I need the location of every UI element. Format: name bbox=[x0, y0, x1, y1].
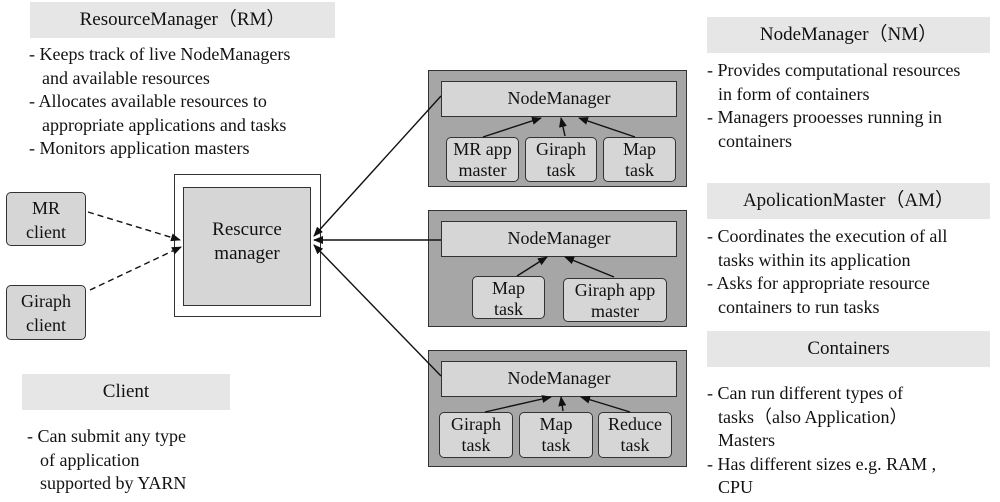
task-arrow bbox=[484, 395, 552, 413]
task-arrow bbox=[564, 256, 615, 278]
task-arrow bbox=[482, 117, 542, 138]
arrow-node3-to-rm bbox=[313, 244, 442, 377]
task-arrow bbox=[516, 256, 548, 277]
task-arrow bbox=[578, 117, 636, 138]
task-arrow bbox=[580, 395, 631, 413]
arrow-giraph-client bbox=[89, 246, 182, 291]
task-arrow bbox=[559, 117, 567, 137]
task-arrow bbox=[558, 396, 567, 412]
arrow-mr-client bbox=[87, 211, 181, 242]
arrows-layer bbox=[87, 95, 636, 413]
arrow-node1-to-rm bbox=[313, 95, 442, 237]
